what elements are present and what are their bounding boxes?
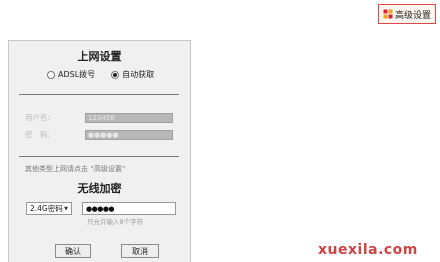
wireless-encryption-title: 无线加密 bbox=[77, 182, 122, 195]
internet-settings-title: 上网设置 bbox=[77, 50, 122, 63]
wifi-password-value: ●●●●● bbox=[86, 204, 115, 213]
advanced-settings-button[interactable]: 高级设置 bbox=[378, 4, 436, 24]
radio-auto-indicator bbox=[111, 70, 120, 79]
wifi-password-field[interactable]: ●●●●● bbox=[82, 202, 176, 215]
username-row: 用户名: bbox=[25, 112, 173, 123]
wifi-password-hint: 只允许输入8个字符 bbox=[87, 218, 144, 226]
wifi-security-select[interactable]: 2.4G密码 ▼ bbox=[26, 202, 72, 215]
divider bbox=[19, 94, 179, 95]
wifi-security-value: 2.4G密码 bbox=[30, 204, 63, 213]
username-label: 用户名: bbox=[25, 113, 51, 122]
watermark-text: xuexila.com bbox=[318, 242, 418, 258]
radio-auto[interactable]: 自动获取 bbox=[111, 69, 154, 80]
radio-adsl-indicator bbox=[47, 70, 55, 79]
radio-adsl[interactable]: ADSL拨号 bbox=[47, 69, 95, 80]
password-input[interactable] bbox=[85, 129, 173, 140]
chevron-down-icon: ▼ bbox=[64, 205, 68, 212]
divider bbox=[19, 156, 179, 157]
settings-panel: 上网设置 ADSL拨号 自动获取 用户名: 密 码: 其他类型上网请点击 “高级… bbox=[8, 40, 191, 262]
password-row: 密 码: bbox=[25, 129, 173, 140]
radio-auto-label: 自动获取 bbox=[122, 70, 155, 79]
confirm-button[interactable]: 确认 bbox=[55, 244, 91, 258]
radio-adsl-label: ADSL拨号 bbox=[58, 70, 96, 79]
connection-type-group: ADSL拨号 自动获取 bbox=[47, 69, 154, 80]
password-label: 密 码: bbox=[25, 130, 51, 139]
cancel-button[interactable]: 取消 bbox=[121, 244, 159, 258]
advanced-hint-text: 其他类型上网请点击 “高级设置” bbox=[25, 165, 126, 173]
username-input[interactable] bbox=[85, 112, 173, 123]
advanced-settings-label: 高级设置 bbox=[394, 10, 431, 21]
gear-grid-icon bbox=[383, 9, 393, 19]
